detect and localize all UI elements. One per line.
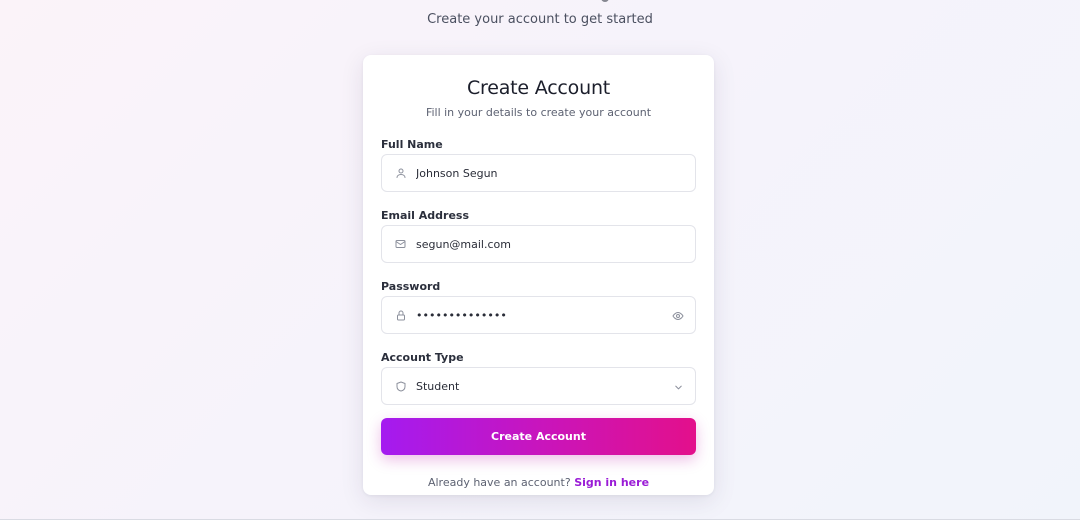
account-type-select[interactable]: Student (381, 367, 696, 405)
full-name-label: Full Name (381, 138, 443, 151)
card-description: Fill in your details to create your acco… (425, 106, 652, 119)
password-field: Password •••••••••••••• (381, 280, 696, 334)
full-name-field: Full Name (381, 138, 696, 192)
signin-prompt: Already have an account? Sign in here (381, 476, 696, 489)
account-type-field: Account Type Student (381, 351, 696, 405)
create-account-button[interactable]: Create Account (381, 418, 696, 455)
chevron-down-icon[interactable] (670, 379, 686, 395)
signin-link[interactable]: Sign in here (574, 476, 649, 489)
shield-icon (394, 380, 407, 393)
user-icon (394, 167, 407, 180)
email-input-box[interactable] (381, 225, 696, 263)
lock-icon (394, 309, 407, 322)
email-input[interactable] (416, 234, 656, 254)
signin-prompt-text: Already have an account? (427, 476, 571, 489)
signup-card: Create Account Fill in your details to c… (363, 55, 714, 495)
password-input[interactable]: •••••••••••••• (416, 309, 683, 322)
full-name-input[interactable] (416, 163, 656, 183)
account-type-value: Student (416, 379, 460, 393)
eye-icon[interactable] (670, 308, 686, 324)
email-label: Email Address (381, 209, 470, 222)
password-label: Password (381, 280, 441, 293)
password-input-box[interactable]: •••••••••••••• (381, 296, 696, 334)
mail-icon (394, 238, 407, 251)
page-heading-fragment (601, 0, 609, 2)
card-title: Create Account (466, 77, 611, 99)
email-field: Email Address (381, 209, 696, 263)
full-name-input-box[interactable] (381, 154, 696, 192)
page-subtitle: Create your account to get started (427, 12, 653, 27)
account-type-label: Account Type (381, 351, 464, 364)
